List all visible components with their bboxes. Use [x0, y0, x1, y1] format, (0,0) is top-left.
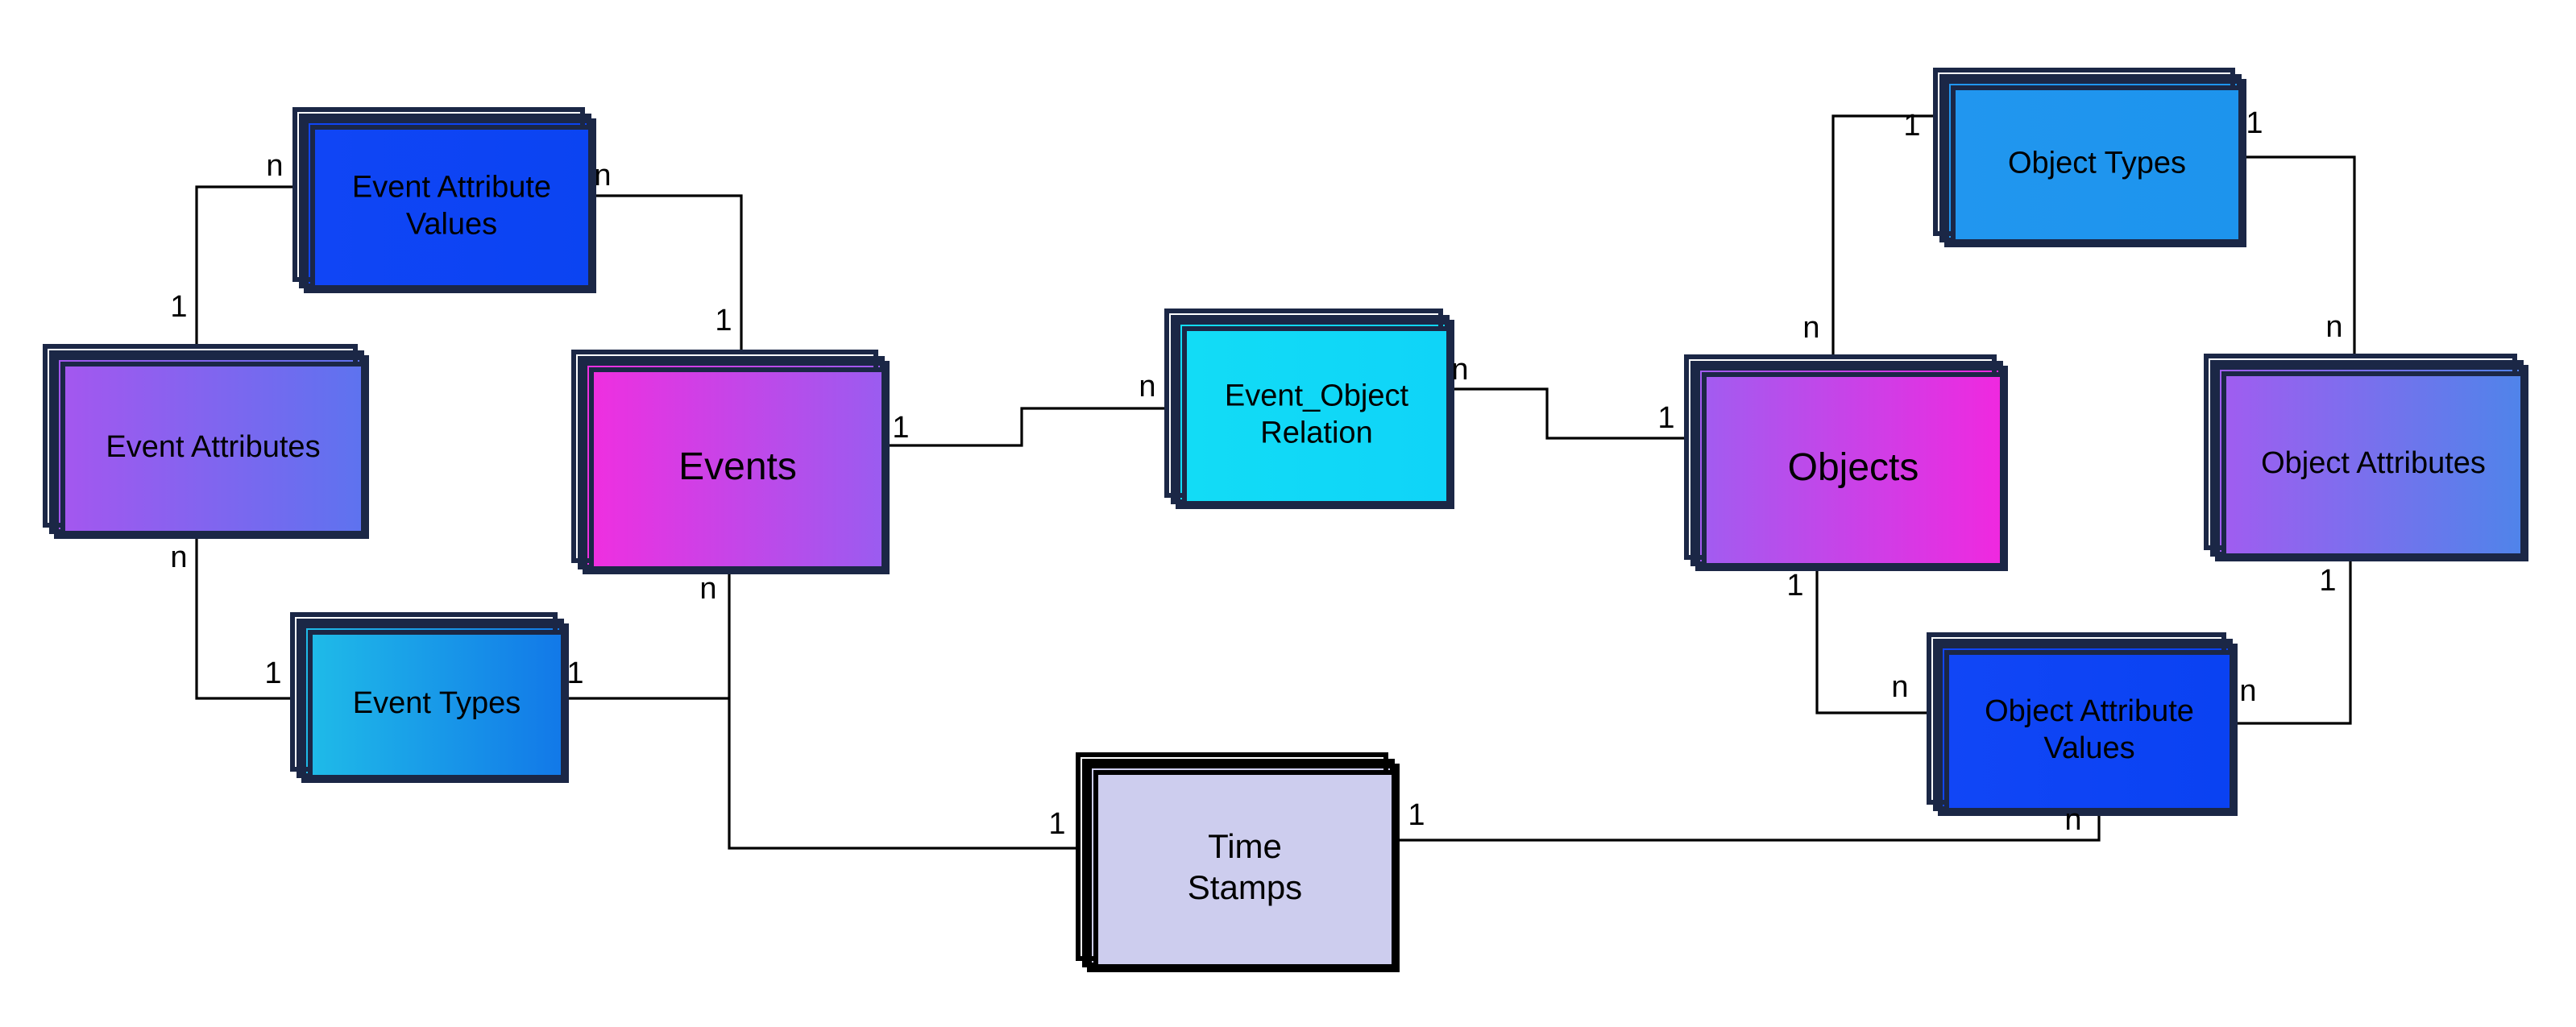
- cardinality-label-r9-1: n: [2325, 310, 2342, 344]
- entity-node-event_attribute_values[interactable]: Event Attribute Values: [292, 107, 596, 293]
- entity-node-objects[interactable]: Objects: [1684, 354, 2008, 571]
- cardinality-label-r8-0: 1: [1903, 109, 1920, 143]
- cardinality-label-r1-0: 1: [170, 290, 187, 324]
- entity-label-time_stamps: Stamps: [1188, 868, 1302, 906]
- entity-node-object_attributes[interactable]: Object Attributes: [2204, 354, 2528, 561]
- entity-node-object_types[interactable]: Object Types: [1933, 68, 2246, 247]
- relationship-edge-r4: [876, 407, 1167, 447]
- cardinality-label-r2-1: 1: [715, 304, 732, 338]
- cardinality-label-r10-1: n: [1891, 670, 1908, 704]
- cardinality-label-r12-1: n: [2064, 803, 2081, 837]
- entity-label-object_types: Object Types: [2008, 147, 2186, 180]
- entity-label-event_object_relation: Event_Object: [1225, 379, 1409, 412]
- relationship-edge-r1: [195, 185, 295, 346]
- relationship-edge-r10: [1815, 557, 1929, 714]
- cardinality-label-r11-1: n: [2239, 674, 2256, 708]
- entity-label-objects: Objects: [1788, 446, 1919, 489]
- cardinality-label-r11-0: 1: [2319, 564, 2336, 598]
- cardinality-label-r8-1: n: [1802, 311, 1819, 345]
- cardinality-label-r4-0: 1: [892, 411, 909, 445]
- cardinality-label-r4-1: n: [1139, 370, 1155, 404]
- entity-node-event_object_relation[interactable]: Event_Object Relation: [1164, 309, 1454, 509]
- entity-label-object_attribute_values: Object Attribute: [1985, 694, 2194, 728]
- cardinality-label-r6-0: n: [699, 572, 716, 606]
- cardinality-label-r6-1: 1: [1048, 807, 1065, 841]
- entity-node-object_attribute_values[interactable]: Object AttributeValues: [1927, 632, 2238, 816]
- cardinality-label-r10-0: 1: [1786, 569, 1803, 603]
- er-diagram-svg: Event Attribute Values Event Attributes Eve…: [43, 68, 2528, 972]
- entity-node-events[interactable]: Events: [571, 350, 890, 574]
- er-diagram-canvas: Event Attribute Values Event Attributes Eve…: [0, 0, 2576, 1027]
- entity-node-time_stamps[interactable]: TimeStamps: [1076, 752, 1400, 972]
- entity-label-object_attribute_values: Values: [2043, 731, 2134, 765]
- entity-label-time_stamps: Time: [1208, 827, 1282, 865]
- entity-label-events: Events: [678, 445, 797, 488]
- cardinality-label-r5-0: n: [1451, 353, 1468, 387]
- cardinality-label-r9-0: 1: [2246, 106, 2263, 140]
- relationship-edge-r6: [728, 561, 1078, 850]
- entity-node-event_types[interactable]: Event Types: [290, 612, 569, 783]
- entity-label-object_attributes: Object Attributes: [2261, 446, 2486, 480]
- entity-label-event_attribute_values: Event Attribute: [352, 170, 551, 204]
- relationship-edge-r5: [1441, 387, 1686, 440]
- entity-node-event_attributes[interactable]: Event Attributes: [43, 344, 369, 539]
- entity-label-event_types: Event Types: [353, 686, 521, 720]
- entity-label-event_attribute_values: Values: [406, 208, 497, 242]
- entity-nodes-layer: Event Attribute Values Event Attributes Eve…: [43, 68, 2528, 972]
- entity-label-event_object_relation: Relation: [1260, 416, 1372, 450]
- cardinality-label-r3-1: 1: [264, 656, 281, 690]
- entity-label-event_attributes: Event Attributes: [106, 430, 320, 464]
- cardinality-label-r5-1: 1: [1657, 401, 1674, 435]
- relationship-edge-r8: [1831, 114, 1935, 357]
- cardinality-label-r3-0: n: [170, 540, 187, 574]
- cardinality-label-r1-1: n: [266, 149, 283, 183]
- cardinality-label-r7-0: 1: [566, 656, 583, 690]
- cardinality-label-r2-0: n: [594, 159, 611, 193]
- cardinality-label-r12-0: 1: [1408, 798, 1425, 832]
